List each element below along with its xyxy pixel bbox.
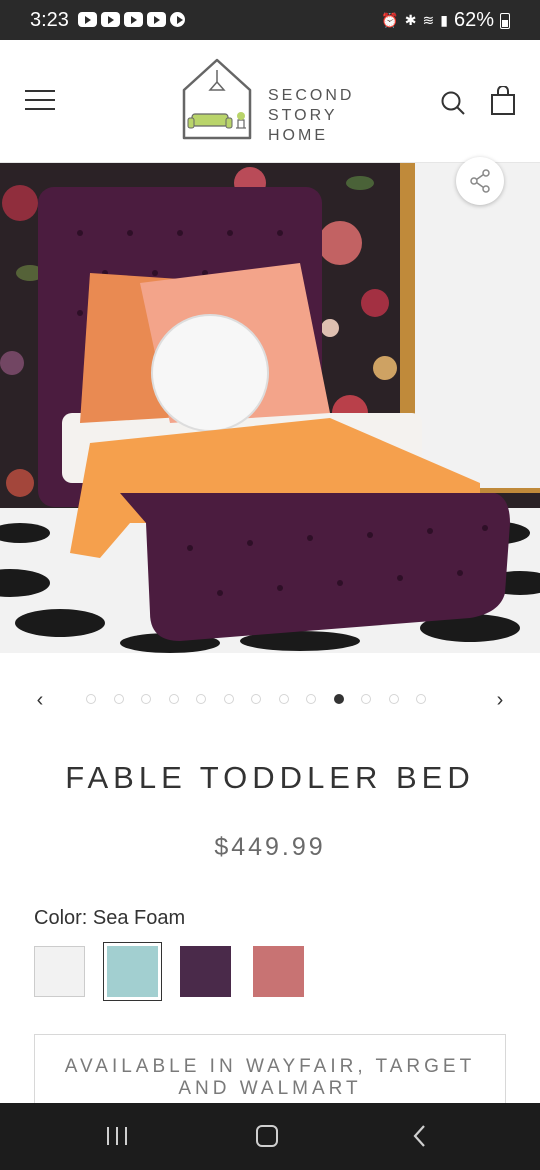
youtube-icon bbox=[124, 12, 143, 27]
carousel-dot[interactable] bbox=[86, 694, 96, 704]
bed-photo bbox=[0, 163, 540, 653]
shopping-bag-icon[interactable] bbox=[490, 86, 516, 116]
status-time: 3:23 bbox=[30, 9, 69, 31]
recent-apps-icon[interactable] bbox=[104, 1125, 130, 1147]
image-carousel-nav: ‹ › bbox=[0, 680, 540, 720]
home-icon[interactable] bbox=[256, 1125, 278, 1147]
availability-line-1: AVAILABLE IN WAYFAIR, TARGET bbox=[64, 1056, 476, 1077]
menu-icon bbox=[25, 90, 55, 92]
back-icon[interactable] bbox=[410, 1123, 430, 1149]
wifi-icon: ≋ bbox=[422, 12, 435, 28]
notification-icons bbox=[78, 12, 185, 27]
previous-image-button[interactable]: ‹ bbox=[28, 686, 52, 714]
youtube-icon bbox=[147, 12, 166, 27]
system-nav-bar bbox=[0, 1103, 540, 1170]
youtube-icon bbox=[78, 12, 97, 27]
carousel-dot[interactable] bbox=[141, 694, 151, 704]
product-price: $449.99 bbox=[214, 833, 326, 861]
carousel-dot[interactable] bbox=[416, 694, 426, 704]
carousel-dot[interactable] bbox=[278, 694, 289, 704]
alarm-icon: ⏰ bbox=[381, 12, 399, 28]
carousel-dots bbox=[86, 694, 426, 704]
swatch-rose[interactable] bbox=[253, 946, 304, 997]
carousel-dot[interactable] bbox=[361, 694, 371, 704]
swatch-plum[interactable] bbox=[180, 946, 231, 997]
carousel-dot[interactable] bbox=[223, 694, 234, 704]
youtube-icon bbox=[101, 12, 120, 27]
site-logo[interactable]: SECOND STORY HOME bbox=[180, 56, 370, 146]
product-image[interactable] bbox=[0, 163, 540, 653]
carousel-dot[interactable] bbox=[196, 694, 206, 704]
battery-percent: 62% bbox=[453, 9, 494, 31]
availability-button[interactable]: AVAILABLE IN WAYFAIR, TARGET AND WALMART bbox=[34, 1034, 506, 1114]
availability-line-2: AND WALMART bbox=[178, 1078, 362, 1099]
swatch-sea-foam[interactable] bbox=[103, 942, 162, 1001]
color-label: Color: Sea Foam bbox=[34, 907, 186, 929]
carousel-dot[interactable] bbox=[333, 694, 344, 704]
share-button[interactable] bbox=[456, 157, 504, 205]
status-bar: 3:23 ⏰ ✱ ≋ ▮ 62% bbox=[0, 0, 540, 40]
next-image-button[interactable]: › bbox=[488, 686, 512, 714]
site-header: SECOND STORY HOME bbox=[0, 40, 540, 163]
swatch-white[interactable] bbox=[34, 946, 85, 997]
menu-button[interactable] bbox=[25, 90, 55, 110]
carousel-dot[interactable] bbox=[113, 694, 124, 704]
share-icon bbox=[470, 169, 490, 193]
carousel-dot[interactable] bbox=[388, 694, 399, 704]
carousel-dot[interactable] bbox=[251, 694, 261, 704]
status-right: ⏰ ✱ ≋ ▮ 62% bbox=[381, 9, 510, 32]
search-icon[interactable] bbox=[440, 90, 466, 116]
bluetooth-icon: ✱ bbox=[404, 12, 417, 28]
carousel-dot[interactable] bbox=[168, 694, 179, 704]
product-title: FABLE TODDLER BED bbox=[65, 760, 475, 795]
carousel-dot[interactable] bbox=[306, 694, 316, 704]
play-icon bbox=[170, 12, 185, 27]
brand-name: SECOND STORY HOME bbox=[268, 87, 355, 144]
battery-icon bbox=[500, 12, 510, 29]
signal-icon: ▮ bbox=[440, 12, 448, 28]
house-logo-icon bbox=[182, 58, 252, 140]
